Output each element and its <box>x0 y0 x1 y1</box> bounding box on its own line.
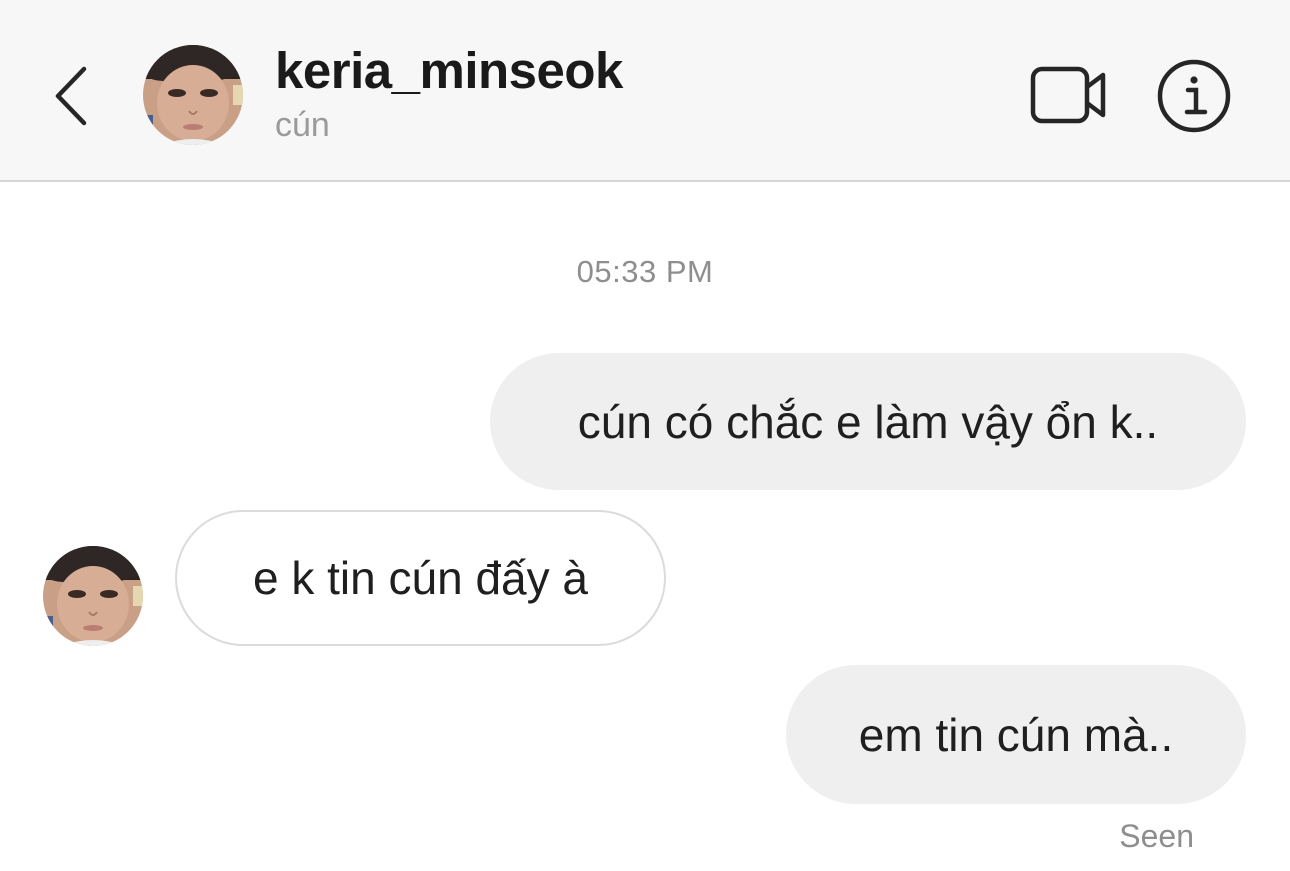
message-text: e k tin cún đấy à <box>253 552 588 604</box>
outgoing-message[interactable]: em tin cún mà.. <box>786 665 1246 804</box>
back-button[interactable] <box>44 58 100 134</box>
conversation-title[interactable]: keria_minseok cún <box>275 40 623 146</box>
nickname: cún <box>275 106 330 144</box>
profile-photo <box>43 546 143 646</box>
video-call-button[interactable] <box>1026 60 1112 130</box>
message-text: em tin cún mà.. <box>858 708 1174 761</box>
seen-status: Seen <box>1119 818 1194 854</box>
avatar[interactable] <box>143 45 243 145</box>
incoming-message[interactable]: e k tin cún đấy à <box>175 510 666 646</box>
info-icon <box>1157 59 1231 133</box>
chat-header: keria_minseok cún <box>0 0 1290 182</box>
sender-avatar[interactable] <box>43 546 143 646</box>
message-timestamp: 05:33 PM <box>576 254 714 289</box>
video-camera-icon <box>1030 66 1106 124</box>
username: keria_minseok <box>275 42 623 99</box>
info-button[interactable] <box>1153 55 1235 137</box>
profile-photo <box>143 45 243 145</box>
outgoing-message[interactable]: cún có chắc e làm vậy ổn k.. <box>490 353 1246 490</box>
chevron-left-icon <box>55 66 87 126</box>
message-text: cún có chắc e làm vậy ổn k.. <box>577 395 1159 448</box>
